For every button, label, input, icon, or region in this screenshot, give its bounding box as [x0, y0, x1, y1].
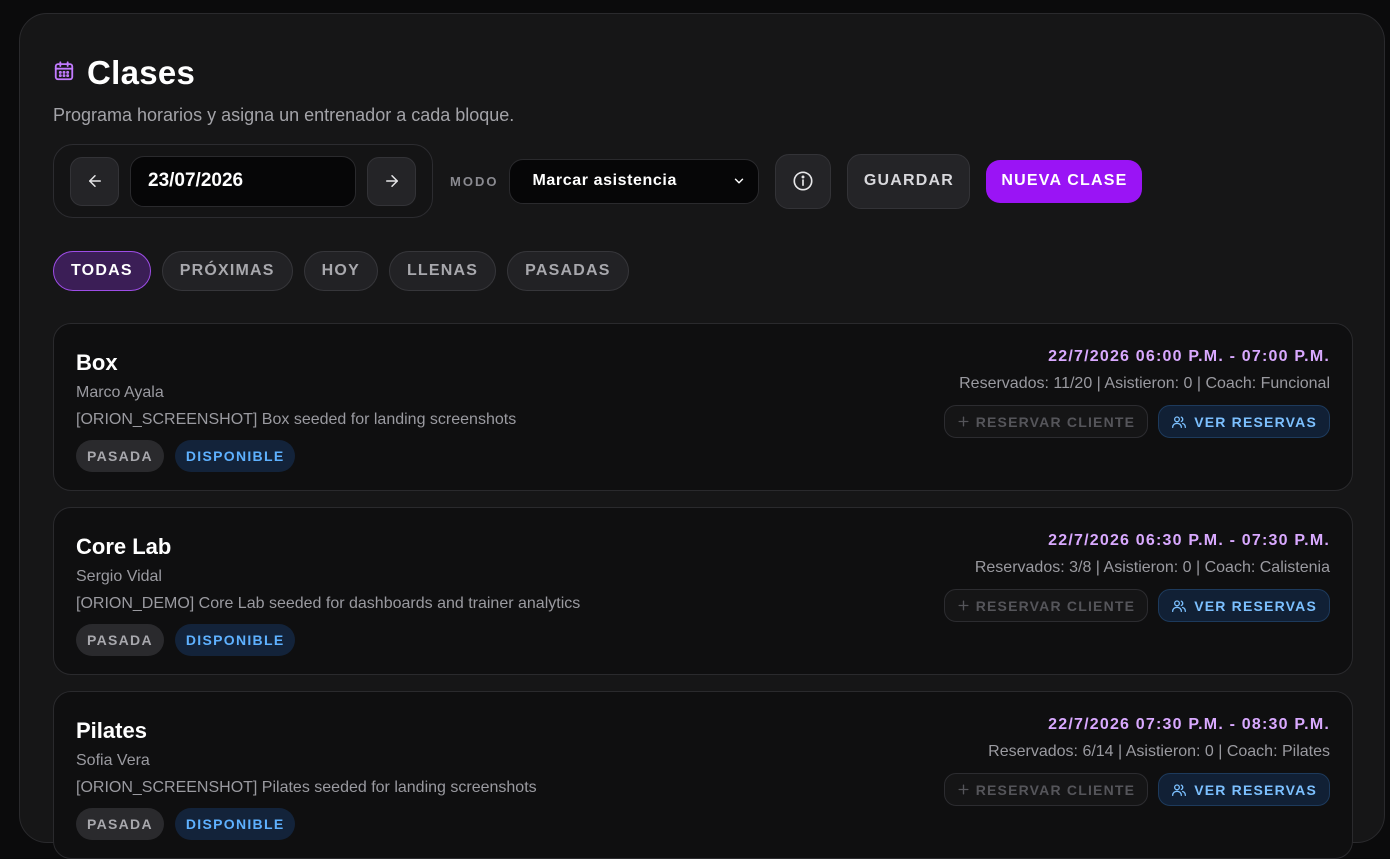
class-name: Box [76, 350, 118, 375]
view-reservations-label: VER RESERVAS [1194, 597, 1317, 614]
class-description: [ORION_SCREENSHOT] Box seeded for landin… [76, 411, 517, 428]
calendar-icon [53, 60, 75, 87]
reserve-client-button[interactable]: RESERVAR CLIENTE [943, 773, 1149, 806]
info-button[interactable] [775, 153, 832, 209]
class-description: [ORION_DEMO] Core Lab seeded for dashboa… [76, 595, 581, 612]
reserve-client-button[interactable]: RESERVAR CLIENTE [943, 589, 1149, 622]
reserve-client-label: RESERVAR CLIENTE [975, 781, 1136, 798]
page-title: Clases [87, 54, 196, 91]
users-icon [1172, 783, 1187, 796]
reserve-client-label: RESERVAR CLIENTE [975, 597, 1136, 614]
save-button[interactable]: GUARDAR [847, 153, 971, 209]
class-stats: Reservados: 6/14 | Asistieron: 0 | Coach… [988, 743, 1330, 760]
class-card: Box Marco Ayala [ORION_SCREENSHOT] Box s… [53, 323, 1353, 491]
view-reservations-label: VER RESERVAS [1194, 413, 1317, 430]
class-trainer: Sofia Vera [76, 752, 150, 769]
filter-upcoming[interactable]: PRÓXIMAS [161, 251, 293, 291]
view-reservations-button[interactable]: VER RESERVAS [1158, 773, 1330, 806]
class-trainer: Sergio Vidal [76, 568, 162, 585]
reserve-client-label: RESERVAR CLIENTE [975, 413, 1136, 430]
previous-day-button[interactable] [70, 156, 119, 206]
info-icon [793, 171, 813, 191]
status-badge-available: DISPONIBLE [174, 440, 296, 472]
date-input[interactable]: 23/07/2026 [130, 155, 356, 207]
status-badge-past: PASADA [76, 440, 164, 472]
class-card: Pilates Sofia Vera [ORION_SCREENSHOT] Pi… [53, 691, 1353, 859]
new-class-button[interactable]: NUEVA CLASE [986, 159, 1143, 203]
filter-all[interactable]: TODAS [53, 251, 151, 291]
view-reservations-label: VER RESERVAS [1194, 781, 1317, 798]
view-reservations-button[interactable]: VER RESERVAS [1158, 405, 1330, 438]
status-badge-available: DISPONIBLE [174, 624, 296, 656]
filter-tabs: TODAS PRÓXIMAS HOY LLENAS PASADAS [53, 251, 629, 291]
mode-label: MODO [450, 173, 499, 189]
mode-select[interactable]: Marcar asistencia [509, 158, 760, 204]
page-subtitle: Programa horarios y asigna un entrenador… [53, 105, 515, 125]
date-navigator: 23/07/2026 [53, 144, 433, 218]
filter-today[interactable]: HOY [303, 251, 378, 291]
chevron-down-icon [735, 178, 744, 184]
class-stats: Reservados: 3/8 | Asistieron: 0 | Coach:… [974, 559, 1330, 576]
status-badge-past: PASADA [76, 808, 164, 840]
reserve-client-button[interactable]: RESERVAR CLIENTE [943, 405, 1149, 438]
users-icon [1172, 599, 1187, 612]
class-card: Core Lab Sergio Vidal [ORION_DEMO] Core … [53, 507, 1353, 675]
title-row: Clases [53, 54, 514, 92]
classes-panel: Clases Programa horarios y asigna un ent… [19, 13, 1385, 859]
plus-icon [958, 416, 969, 427]
arrow-left-icon [88, 175, 101, 187]
plus-icon [958, 600, 969, 611]
class-time: 22/7/2026 06:00 P.M. - 07:00 P.M. [1048, 348, 1330, 365]
status-badge-available: DISPONIBLE [174, 808, 296, 840]
class-stats: Reservados: 11/20 | Asistieron: 0 | Coac… [959, 375, 1330, 392]
plus-icon [958, 784, 969, 795]
users-icon [1172, 415, 1187, 428]
filter-full[interactable]: LLENAS [388, 251, 497, 291]
next-day-button[interactable] [367, 156, 416, 206]
class-time: 22/7/2026 07:30 P.M. - 08:30 P.M. [1048, 716, 1330, 733]
class-time: 22/7/2026 06:30 P.M. - 07:30 P.M. [1048, 532, 1330, 549]
class-description: [ORION_SCREENSHOT] Pilates seeded for la… [76, 779, 537, 796]
mode-select-value: Marcar asistencia [532, 172, 677, 189]
status-badge-past: PASADA [76, 624, 164, 656]
page-header: Clases Programa horarios y asigna un ent… [53, 54, 514, 126]
class-name: Core Lab [76, 534, 172, 559]
toolbar: 23/07/2026 MODO Marcar asistencia GUARDA… [53, 144, 1143, 218]
class-name: Pilates [76, 718, 147, 743]
view-reservations-button[interactable]: VER RESERVAS [1158, 589, 1330, 622]
class-trainer: Marco Ayala [76, 384, 164, 401]
filter-past[interactable]: PASADAS [507, 251, 629, 291]
arrow-right-icon [385, 175, 398, 187]
